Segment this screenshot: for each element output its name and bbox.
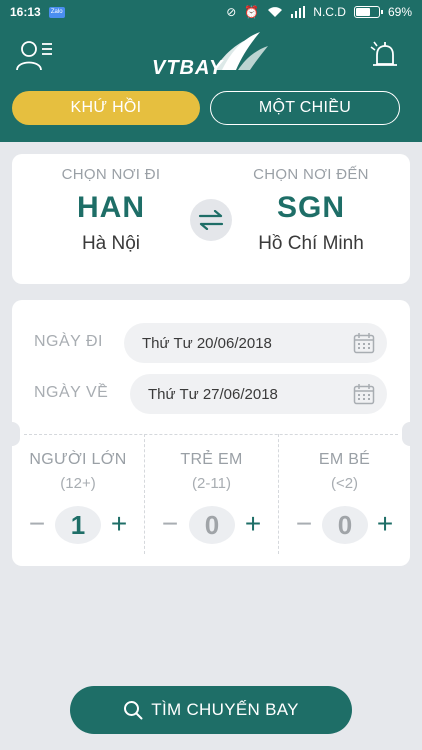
- tab-one-way[interactable]: MỘT CHIỀU: [210, 91, 400, 125]
- battery-fill: [355, 8, 370, 16]
- infant-stepper: − 0 +: [279, 506, 410, 544]
- search-button-label: TÌM CHUYẾN BAY: [151, 700, 299, 719]
- origin-code: HAN: [77, 191, 145, 224]
- search-icon: [124, 701, 143, 720]
- calendar-icon: [353, 333, 375, 354]
- status-indicators: ⊘ ⏰ N.C.D 69%: [226, 5, 412, 19]
- app-header: VTBAY KHỨ HỒI MỘT CHIỀU: [0, 24, 422, 142]
- carrier-name: N.C.D: [313, 5, 346, 19]
- child-passenger-selector: TRẺ EM (2-11) − 0 +: [144, 434, 278, 554]
- destination-code: SGN: [276, 191, 345, 224]
- status-time: 16:13: [10, 5, 41, 19]
- origin-label: CHỌN NƠI ĐI: [61, 166, 161, 183]
- status-bar: 16:13 Zalo ⊘ ⏰ N.C.D 69%: [0, 0, 422, 24]
- depart-date-label: NGÀY ĐI: [34, 333, 103, 350]
- trip-type-tabs: KHỨ HỒI MỘT CHIỀU: [12, 91, 400, 125]
- adult-plus-button[interactable]: +: [106, 509, 132, 539]
- return-date-label: NGÀY VỀ: [34, 384, 109, 401]
- infant-plus-button[interactable]: +: [372, 509, 398, 539]
- return-date-value: Thứ Tư 27/06/2018: [148, 385, 278, 403]
- depart-date-field[interactable]: Thứ Tư 20/06/2018: [124, 323, 387, 363]
- depart-date-row: NGÀY ĐI Thứ Tư 20/06/2018: [12, 323, 410, 363]
- destination-selector[interactable]: CHỌN NƠI ĐẾN SGN Hồ Chí Minh: [226, 154, 396, 255]
- return-date-row: NGÀY VỀ Thứ Tư 27/06/2018: [12, 374, 410, 414]
- battery-icon: [353, 6, 383, 18]
- adult-age-range: (12+): [60, 475, 96, 492]
- wifi-icon: [268, 7, 283, 17]
- vtbay-logo: VTBAY: [152, 30, 270, 86]
- calendar-icon: [353, 384, 375, 405]
- adult-minus-button[interactable]: −: [24, 509, 50, 539]
- route-card: CHỌN NƠI ĐI HAN Hà Nội CHỌN NƠI ĐẾN SGN …: [12, 154, 410, 284]
- child-label: TRẺ EM: [180, 451, 243, 468]
- infant-count: 0: [322, 506, 368, 544]
- adult-count: 1: [55, 506, 101, 544]
- adult-stepper: − 1 +: [12, 506, 144, 544]
- child-minus-button[interactable]: −: [157, 509, 183, 539]
- bell-icon[interactable]: [368, 38, 402, 72]
- origin-city: Hà Nội: [81, 233, 141, 254]
- battery-percent: 69%: [387, 5, 412, 19]
- child-count: 0: [189, 506, 235, 544]
- swap-icon: [198, 210, 224, 230]
- alarm-icon: ⏰: [244, 5, 260, 19]
- logo-text: VTBAY: [152, 57, 224, 79]
- infant-age-range: (<2): [330, 475, 359, 492]
- search-flights-button[interactable]: TÌM CHUYẾN BAY: [70, 686, 352, 734]
- adult-passenger-selector: NGƯỜI LỚN (12+) − 1 +: [12, 434, 144, 554]
- origin-selector[interactable]: CHỌN NƠI ĐI HAN Hà Nội: [26, 154, 196, 255]
- infant-minus-button[interactable]: −: [291, 509, 317, 539]
- destination-label: CHỌN NƠI ĐẾN: [253, 166, 369, 183]
- tab-round-trip[interactable]: KHỨ HỒI: [12, 91, 200, 125]
- depart-date-value: Thứ Tư 20/06/2018: [142, 334, 272, 352]
- signal-icon: [291, 6, 306, 18]
- child-age-range: (2-11): [192, 475, 231, 492]
- child-plus-button[interactable]: +: [240, 509, 266, 539]
- infant-passenger-selector: EM BÉ (<2) − 0 +: [278, 434, 410, 554]
- child-stepper: − 0 +: [145, 506, 278, 544]
- infant-label: EM BÉ: [318, 451, 371, 468]
- adult-label: NGƯỜI LỚN: [29, 451, 127, 468]
- sync-off-icon: ⊘: [226, 5, 237, 19]
- zalo-notification-icon: Zalo: [48, 6, 65, 18]
- booking-details-card: NGÀY ĐI Thứ Tư 20/06/2018 NGÀY VỀ Thứ Tư…: [4, 300, 418, 566]
- user-menu-icon[interactable]: [16, 38, 54, 72]
- destination-city: Hồ Chí Minh: [258, 233, 364, 254]
- return-date-field[interactable]: Thứ Tư 27/06/2018: [130, 374, 387, 414]
